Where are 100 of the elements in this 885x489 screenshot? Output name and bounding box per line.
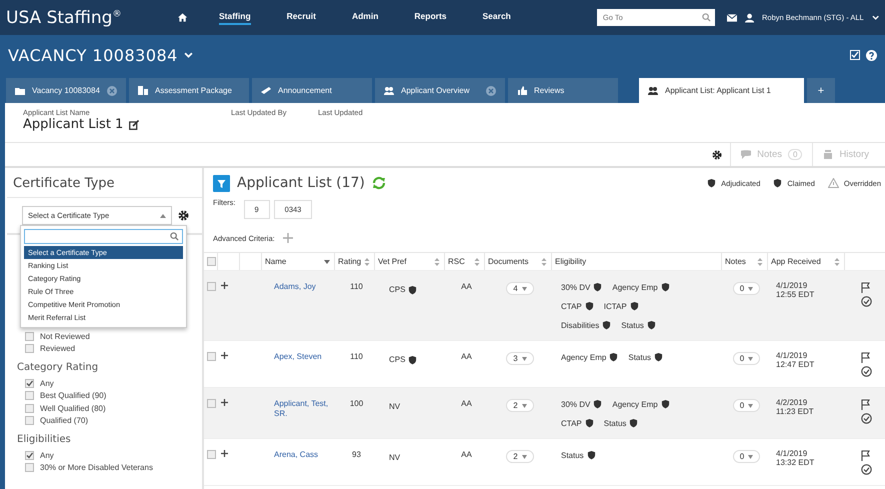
date-text: 4/1/2019 xyxy=(776,352,808,361)
expand-icon[interactable] xyxy=(221,352,228,359)
tab[interactable]: Vacancy 10083084 xyxy=(6,78,126,103)
checkbox[interactable] xyxy=(25,344,34,354)
nav-link[interactable]: Search xyxy=(482,10,511,24)
help-icon[interactable] xyxy=(866,50,877,60)
column-header[interactable]: Name xyxy=(262,253,335,270)
checkbox[interactable] xyxy=(207,352,216,361)
notes-dropdown[interactable]: 0 xyxy=(732,282,760,295)
checkbox[interactable] xyxy=(25,378,34,388)
column-header[interactable]: RSC xyxy=(445,253,485,270)
logo[interactable]: USA Staffing$^{®}$ xyxy=(6,8,170,28)
checkbox-option[interactable]: Not Reviewed xyxy=(17,330,192,342)
documents-dropdown[interactable]: 2 xyxy=(506,399,534,412)
expand-icon[interactable] xyxy=(221,399,228,406)
settings-icon[interactable] xyxy=(178,210,189,221)
checkbox[interactable] xyxy=(207,450,216,459)
documents-dropdown[interactable]: 2 xyxy=(506,450,534,463)
table-cell: AA xyxy=(461,450,472,459)
check-circle-icon[interactable] xyxy=(861,464,872,475)
checkbox[interactable] xyxy=(25,450,34,460)
expand-icon[interactable] xyxy=(221,450,228,457)
eligibility-label: Disabilities xyxy=(561,320,600,330)
check-circle-icon[interactable] xyxy=(861,366,872,377)
checkbox-icon[interactable] xyxy=(850,50,860,60)
column-header[interactable]: Notes xyxy=(722,253,768,270)
tab[interactable]: Applicant Overview xyxy=(375,78,505,103)
filter-icon[interactable] xyxy=(213,174,230,192)
expand-icon[interactable] xyxy=(221,282,228,289)
shield-icon xyxy=(660,282,670,292)
checkbox[interactable] xyxy=(25,391,34,400)
checkbox[interactable] xyxy=(207,282,216,291)
nav-link[interactable]: Recruit xyxy=(286,10,316,24)
notes-dropdown[interactable]: 0 xyxy=(732,450,760,463)
add-icon[interactable] xyxy=(282,233,293,243)
flag-icon[interactable] xyxy=(861,352,870,363)
close-icon[interactable] xyxy=(486,86,496,96)
table-cell: 93 xyxy=(352,450,361,459)
checkbox-option[interactable]: Any xyxy=(17,449,192,462)
people-icon xyxy=(384,86,394,95)
user-icon xyxy=(744,12,754,22)
applicant-link[interactable]: Arena, Cass xyxy=(265,450,318,460)
checkbox[interactable] xyxy=(25,416,34,426)
applicant-link[interactable]: Applicant, Test, SR. xyxy=(265,399,335,418)
table-cell: NV xyxy=(389,402,400,411)
column-header[interactable]: App Received xyxy=(768,253,845,270)
caret-icon[interactable] xyxy=(184,52,193,58)
applicant-link[interactable]: Adams, Joy xyxy=(265,282,316,292)
mail-icon[interactable] xyxy=(726,14,737,22)
add-tab-button[interactable]: + xyxy=(807,78,835,103)
checkbox[interactable] xyxy=(207,257,216,266)
notes-dropdown[interactable]: 0 xyxy=(732,399,760,412)
checkbox[interactable] xyxy=(207,399,216,408)
checkbox-option[interactable]: Reviewed xyxy=(17,342,192,355)
close-icon[interactable] xyxy=(107,86,117,96)
checkbox[interactable] xyxy=(25,332,34,341)
check-circle-icon[interactable] xyxy=(861,413,872,424)
table-cell: 100 xyxy=(350,399,364,408)
flag-icon[interactable] xyxy=(861,399,870,410)
documents-dropdown[interactable]: 4 xyxy=(506,282,534,295)
check-circle-icon[interactable] xyxy=(861,296,872,307)
tab[interactable]: Announcement xyxy=(252,78,372,103)
tab[interactable]: Assessment Package xyxy=(129,78,249,103)
column-header[interactable]: Vet Pref xyxy=(375,253,445,270)
caret-icon[interactable] xyxy=(872,14,879,20)
eligibility-label: Status xyxy=(628,352,652,362)
nav-link[interactable]: Reports xyxy=(414,10,447,24)
column-header[interactable]: Documents xyxy=(485,253,552,270)
table-cell: CPS xyxy=(389,355,406,364)
shield-icon xyxy=(707,178,716,188)
sort-icon[interactable] xyxy=(324,258,330,266)
flag-icon[interactable] xyxy=(861,282,870,293)
home-icon[interactable] xyxy=(178,13,187,22)
edit-icon[interactable] xyxy=(129,120,140,130)
checkbox[interactable] xyxy=(25,463,34,472)
vacancy-title[interactable]: VACANCY 10083084 xyxy=(8,46,178,64)
notes-dropdown[interactable]: 0 xyxy=(732,352,760,365)
checkbox[interactable] xyxy=(25,404,34,413)
nav-link[interactable]: Staffing xyxy=(219,10,251,24)
eligibility-label: Status xyxy=(604,418,626,428)
checkbox-option[interactable]: Best Qualified (90) xyxy=(17,390,192,402)
tab[interactable]: Reviews xyxy=(508,78,618,103)
applicant-link[interactable]: Apex, Steven xyxy=(265,352,322,362)
folder-icon xyxy=(15,86,25,95)
date-text: 4/1/2019 xyxy=(776,450,808,459)
time-text: 11:23 EDT xyxy=(776,408,814,417)
checkbox-option[interactable]: Any xyxy=(17,377,192,390)
warning-icon xyxy=(828,178,839,188)
eligibility-label: 30% DV xyxy=(561,282,590,292)
checkbox-option[interactable]: Well Qualified (80) xyxy=(17,402,192,414)
refresh-icon[interactable] xyxy=(372,176,386,190)
checkbox-option[interactable]: 30% or More Disabled Veterans xyxy=(17,462,192,474)
flag-icon[interactable] xyxy=(861,450,870,461)
tab[interactable]: Applicant List: Applicant List 1 xyxy=(639,78,804,103)
search-field[interactable] xyxy=(24,229,183,244)
checkbox-option[interactable]: Qualified (70) xyxy=(17,414,192,427)
column-header[interactable]: Rating xyxy=(335,253,375,270)
documents-dropdown[interactable]: 3 xyxy=(506,352,534,365)
nav-link[interactable]: Admin xyxy=(352,10,378,24)
column-header[interactable]: Eligibility xyxy=(552,253,722,270)
